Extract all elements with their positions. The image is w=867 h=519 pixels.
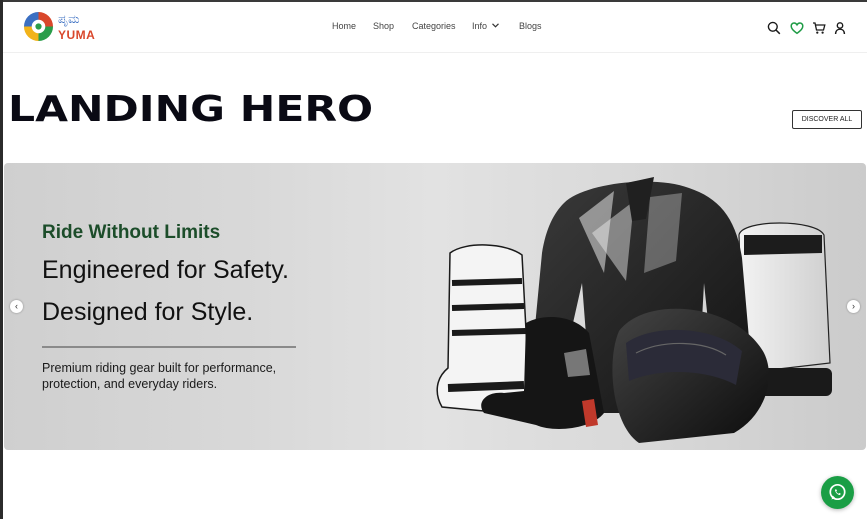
carousel-prev-button[interactable]: ‹ — [10, 300, 23, 313]
riding-gear-image — [436, 177, 832, 443]
carousel-next-button[interactable]: › — [847, 300, 860, 313]
nav-item-blogs[interactable]: Blogs — [519, 21, 542, 31]
banner-tagline: Ride Without Limits — [42, 222, 221, 243]
banner-divider — [42, 346, 296, 348]
page-title: LANDING HERO — [8, 89, 374, 130]
heart-icon[interactable] — [790, 21, 804, 35]
hero-banner: Ride Without Limits Engineered for Safet… — [4, 163, 866, 450]
user-icon[interactable] — [833, 21, 847, 35]
discover-all-button[interactable]: DISCOVER ALL — [792, 110, 862, 129]
whatsapp-icon — [829, 483, 846, 501]
banner-description: Premium riding gear built for performanc… — [42, 361, 277, 391]
banner-headline-2: Designed for Style. — [42, 298, 254, 326]
nav-item-info-label: Info — [472, 21, 488, 31]
banner-headline-1: Engineered for Safety. — [42, 256, 289, 284]
whatsapp-chat-button[interactable] — [821, 476, 854, 509]
nav-item-categories[interactable]: Categories — [412, 21, 456, 31]
cart-icon[interactable] — [812, 21, 826, 35]
window-frame-left — [0, 0, 3, 519]
chevron-down-icon — [492, 21, 499, 30]
site-header: ಪೃಮ YUMA Home Shop Categories Info Blogs — [3, 2, 867, 53]
nav-item-info[interactable]: Info — [472, 21, 499, 31]
nav-item-home[interactable]: Home — [332, 21, 356, 31]
main-navigation: Home Shop Categories Info Blogs — [3, 21, 867, 37]
search-icon[interactable] — [767, 21, 781, 35]
nav-item-shop[interactable]: Shop — [373, 21, 394, 31]
